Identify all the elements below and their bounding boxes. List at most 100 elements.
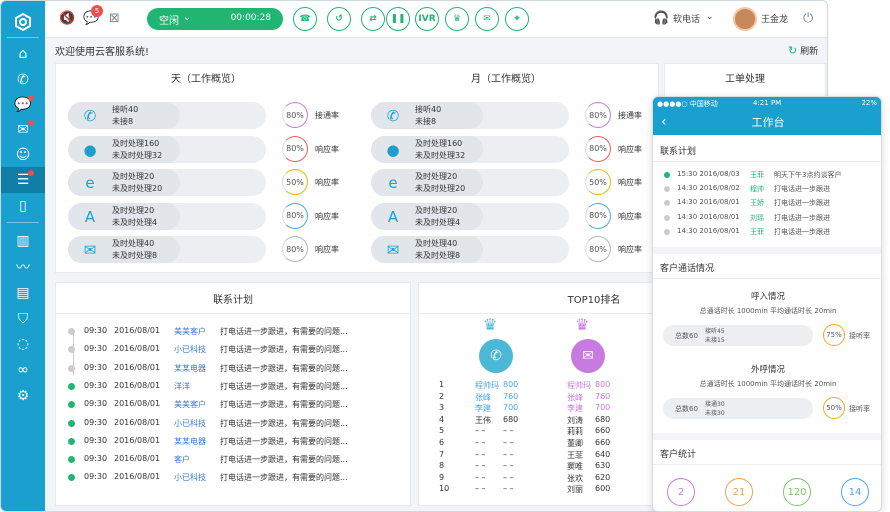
avatar[interactable] <box>733 7 757 31</box>
stat-icon: ✉ <box>386 241 400 259</box>
mute-icon[interactable]: 🔇 <box>59 11 75 26</box>
ivr-button[interactable]: IVR <box>415 7 439 31</box>
plan-dot <box>664 186 670 193</box>
mobile-plan-time: 14:30 2016/08/01 <box>677 212 740 221</box>
crown-icon: ♛ <box>483 315 498 334</box>
sms-button[interactable]: ✉ <box>475 7 499 31</box>
link-icon[interactable]: ∞ <box>1 357 45 383</box>
rate-label: 响应率 <box>618 144 642 154</box>
phone-icon[interactable]: ✆ <box>1 67 45 93</box>
day-overview-title: 天（工作概览） <box>171 74 241 85</box>
stat-row: ✉ 及时处理40 未及时处理8 80% 响应率 <box>68 236 358 263</box>
plan-date: 2016/08/01 <box>114 344 161 354</box>
rank-b: 王菲 <box>567 450 583 460</box>
ticket-title: 工单处理 <box>725 74 765 85</box>
mobile-plan-name[interactable]: 刘瑶 <box>750 213 764 223</box>
mobile-plan-name[interactable]: 王菲 <box>750 170 764 180</box>
plan-date: 2016/08/01 <box>114 399 161 409</box>
book-icon[interactable]: ▯ <box>1 193 45 219</box>
monitor-icon[interactable]: 〰 <box>1 254 45 280</box>
crown-icon: ♛ <box>575 315 590 334</box>
logo-icon <box>1 9 45 35</box>
rank-b: 李建 <box>567 404 583 414</box>
stat-line2: 未及时处理8 <box>415 251 461 260</box>
user-name[interactable]: 王金龙 <box>761 12 788 25</box>
plan-customer[interactable]: 客户 <box>174 454 190 465</box>
mobile-plan-time: 14:30 2016/08/01 <box>677 226 740 235</box>
mobile-plan-name[interactable]: 王菲 <box>750 227 764 237</box>
rate-ring: 50% <box>585 169 611 195</box>
rate-label: 响应率 <box>618 245 642 254</box>
plan-date: 2016/08/01 <box>114 417 161 427</box>
contacts-icon[interactable]: ☺ <box>1 142 45 168</box>
message-icon[interactable]: ◌ <box>1 331 45 357</box>
stat-line1: 及时处理20 <box>112 205 155 215</box>
hangup-button[interactable]: ☎ <box>293 7 317 31</box>
plan-note: 打电话进一步跟进，有需要的问题... <box>220 400 348 410</box>
plan-customer[interactable]: 小已科技 <box>174 472 206 483</box>
transfer-button[interactable]: ⇄ <box>361 7 385 31</box>
inbound-rate: 75% <box>823 324 845 346</box>
mobile-title: 工作台 <box>751 116 785 129</box>
plan-customer[interactable]: 某某电器 <box>174 363 206 374</box>
stat-circle: 2 <box>667 478 695 506</box>
plan-date: 2016/08/01 <box>114 326 161 335</box>
shield-icon[interactable]: ⛉ <box>1 306 45 332</box>
mobile-plan-time: 15:30 2016/08/03 <box>677 170 740 178</box>
consult-button[interactable]: ↺ <box>327 7 351 31</box>
inbound-title: 呼入情况 <box>750 292 785 302</box>
rate-ring: 80% <box>282 102 308 128</box>
stat-circle: 21 <box>725 478 753 506</box>
rate-ring: 80% <box>585 102 611 128</box>
inbound-sub: 总通话时长 1000min 平均通话时长 20min <box>699 307 837 315</box>
tasks-icon[interactable]: ☰ <box>1 167 45 193</box>
chevron-down-icon: ⌄ <box>183 12 192 23</box>
agent-status[interactable]: 空闲 ⌄ 00:00:28 <box>147 8 283 30</box>
chart-icon[interactable]: ▥ <box>1 228 45 254</box>
plan-customer[interactable]: 小已科技 <box>174 418 206 429</box>
rank-bv: 700 <box>595 403 611 413</box>
stat-icon: A <box>387 207 399 226</box>
rank-bv: 800 <box>595 380 611 389</box>
coach-button[interactable]: ♛ <box>445 7 469 31</box>
rank-b: 程帅玛 <box>567 381 591 390</box>
rank-a: 王伟 <box>475 415 491 425</box>
plan-dot <box>664 228 670 235</box>
rate-label: 响应率 <box>315 178 339 187</box>
home-icon[interactable]: ⌂ <box>1 41 45 67</box>
stat-line2: 未接8 <box>112 117 134 126</box>
gear-icon[interactable]: ⚙ <box>1 383 45 409</box>
rate-label: 接通率 <box>618 111 642 120</box>
sidebar: ⌂ ✆ 💬 ✉ ☺ ☰ ▯ ▥ 〰 ▤ ⛉ ◌ ∞ ⚙ <box>1 1 45 511</box>
mobile-plan-name[interactable]: 王娇 <box>750 198 764 208</box>
mobile-plan-name[interactable]: 程帅 <box>750 184 764 194</box>
report-icon[interactable]: ▤ <box>1 280 45 306</box>
plan-customer[interactable]: 美美客户 <box>174 326 206 337</box>
back-icon[interactable]: ‹ <box>661 110 667 135</box>
tag-button[interactable]: ⌖ <box>505 7 529 31</box>
hold-button[interactable]: ❚❚ <box>386 7 410 31</box>
plan-title: 联系计划 <box>213 295 253 306</box>
stat-row: ✆ 接听40 未接8 80% 接通率 <box>68 102 358 129</box>
plan-date: 2016/08/01 <box>114 380 161 390</box>
mail-icon[interactable]: ✉ <box>1 117 45 143</box>
plan-dot <box>68 401 75 409</box>
video-off-icon[interactable]: ⊠ <box>109 11 120 26</box>
chat-icon[interactable]: 💬 <box>1 92 45 118</box>
rate-label: 响应率 <box>618 211 642 221</box>
mobile-navbar: ‹ 工作台 <box>653 110 881 135</box>
plan-note: 打电话进一步跟进，有需要的问题... <box>220 363 348 373</box>
plan-customer[interactable]: 某某电器 <box>174 436 206 447</box>
top-bar: 🔇 💬 5 ⊠ 空闲 ⌄ 00:00:28 ☎ ↺ ⇄ ❚❚ IVR ♛ ✉ ⌖ 🎧… <box>45 1 827 38</box>
rank-a: 张峰 <box>475 392 491 402</box>
stat-row: e 及时处理20 未及时处理20 50% 响应率 <box>371 169 661 196</box>
plan-customer[interactable]: 美美客户 <box>174 399 206 410</box>
plan-customer[interactable]: 小已科技 <box>174 344 206 355</box>
rank-b: 张峰 <box>567 392 583 402</box>
phone-mode[interactable]: 软电话 <box>673 12 700 25</box>
rate-label: 响应率 <box>618 178 642 187</box>
mobile-plan-title: 联系计划 <box>660 147 697 157</box>
plan-customer[interactable]: 洋洋 <box>174 381 190 392</box>
power-icon[interactable]: ⏻ <box>803 11 813 26</box>
refresh-button[interactable]: ↻ 刷新 <box>788 44 818 57</box>
